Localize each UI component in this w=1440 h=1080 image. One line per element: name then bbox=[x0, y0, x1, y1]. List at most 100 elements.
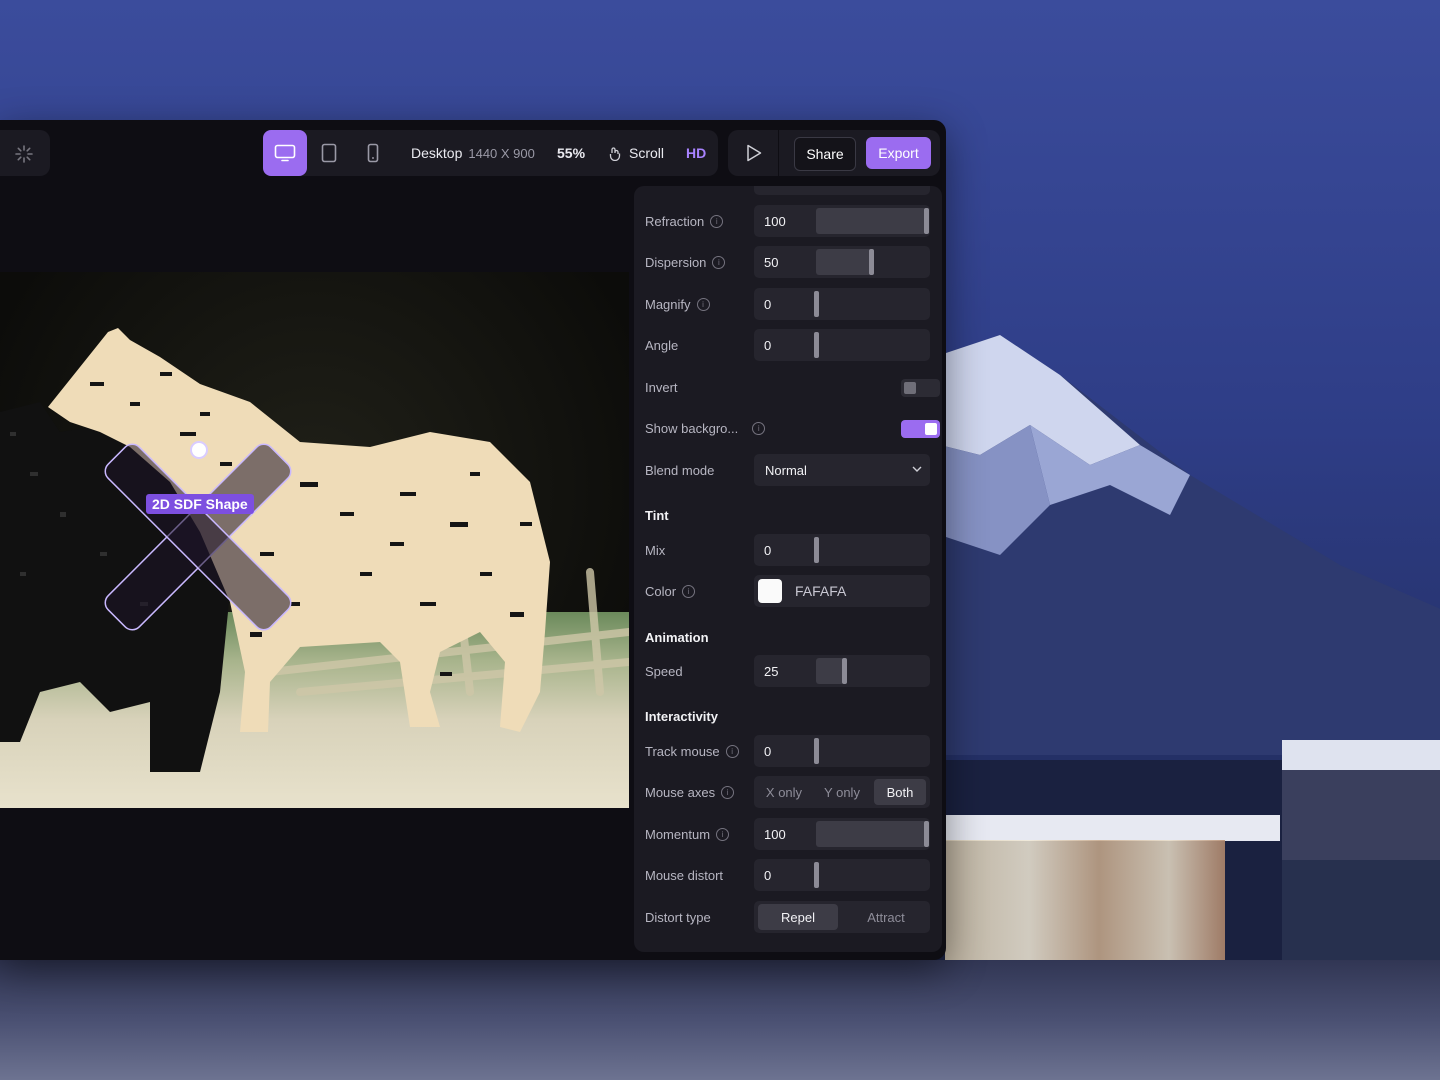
magnify-row: Magnify i 0 bbox=[645, 288, 931, 320]
invert-row: Invert bbox=[645, 371, 940, 403]
mouse-axes-both[interactable]: Both bbox=[874, 779, 926, 805]
slider-thumb[interactable] bbox=[924, 208, 929, 234]
export-button[interactable]: Export bbox=[866, 137, 931, 169]
toolbar-divider bbox=[778, 130, 779, 176]
dispersion-value: 50 bbox=[764, 254, 779, 270]
info-icon[interactable]: i bbox=[716, 827, 730, 841]
magnify-slider[interactable]: 0 bbox=[754, 288, 930, 320]
rotate-handle[interactable] bbox=[190, 441, 208, 459]
animation-section-title: Animation bbox=[645, 630, 709, 645]
scroll-label: Scroll bbox=[629, 145, 665, 161]
store-roof bbox=[900, 815, 1280, 841]
momentum-row: Momentum i 100 bbox=[645, 818, 931, 850]
mobile-icon bbox=[367, 143, 379, 163]
info-icon[interactable]: i bbox=[682, 584, 696, 598]
shape-label[interactable]: 2D SDF Shape bbox=[146, 494, 254, 514]
distort-type-label: Distort type bbox=[645, 909, 711, 925]
mouse-distort-slider[interactable]: 0 bbox=[754, 859, 930, 891]
mix-slider[interactable]: 0 bbox=[754, 534, 930, 566]
properties-panel: Refraction i 100 Dispersion i 50 Magnify i … bbox=[634, 186, 942, 952]
refraction-slider[interactable]: 100 bbox=[754, 205, 930, 237]
house-roof bbox=[1282, 740, 1440, 770]
mountain-image bbox=[940, 335, 1440, 755]
hd-toggle[interactable]: HD bbox=[686, 130, 706, 176]
blend-mode-select[interactable]: Normal bbox=[754, 454, 930, 486]
mouse-distort-value: 0 bbox=[764, 867, 772, 883]
slider-thumb[interactable] bbox=[814, 291, 819, 317]
show-background-toggle[interactable] bbox=[901, 420, 940, 438]
slider-thumb[interactable] bbox=[924, 821, 929, 847]
info-icon[interactable]: i bbox=[725, 744, 739, 758]
device-label: Desktop bbox=[411, 145, 463, 161]
mix-row: Mix 0 bbox=[645, 534, 931, 566]
slider-thumb[interactable] bbox=[814, 862, 819, 888]
slider-thumb[interactable] bbox=[869, 249, 874, 275]
mobile-view-button[interactable] bbox=[351, 130, 395, 176]
dispersion-row: Dispersion i 50 bbox=[645, 246, 931, 278]
tablet-view-button[interactable] bbox=[307, 130, 351, 176]
slider-thumb[interactable] bbox=[814, 332, 819, 358]
mouse-axes-label: Mouse axes bbox=[645, 784, 716, 800]
scroll-icon bbox=[609, 146, 621, 161]
show-background-row: Show backgro... i bbox=[645, 412, 940, 444]
distort-type-row: Distort type Repel Attract bbox=[645, 901, 931, 933]
mouse-axes-y-only[interactable]: Y only bbox=[816, 779, 868, 805]
preview-button[interactable] bbox=[742, 141, 766, 165]
tint-section-title: Tint bbox=[645, 508, 669, 523]
info-icon[interactable]: i bbox=[710, 214, 724, 228]
show-background-label: Show backgro... bbox=[645, 420, 739, 436]
color-hex[interactable]: FAFAFA bbox=[795, 575, 846, 607]
momentum-slider[interactable]: 100 bbox=[754, 818, 930, 850]
share-button[interactable]: Share bbox=[794, 137, 856, 171]
sparkle-icon[interactable] bbox=[13, 143, 35, 165]
play-icon bbox=[747, 144, 762, 162]
slider-thumb[interactable] bbox=[841, 658, 847, 684]
toolbar: Desktop 1440 X 900 55% Scroll HD Share E… bbox=[0, 120, 946, 186]
device-size[interactable]: Desktop 1440 X 900 bbox=[411, 130, 535, 176]
speed-value: 25 bbox=[764, 663, 779, 679]
angle-value: 0 bbox=[764, 337, 772, 353]
info-icon[interactable]: i bbox=[721, 785, 735, 799]
track-mouse-value: 0 bbox=[764, 743, 772, 759]
angle-row: Angle 0 bbox=[645, 329, 931, 361]
momentum-label: Momentum bbox=[645, 826, 711, 842]
blend-mode-row: Blend mode Normal bbox=[645, 454, 931, 486]
slider-thumb[interactable] bbox=[814, 738, 819, 764]
left-tool-group bbox=[0, 130, 50, 176]
canvas-preview[interactable]: 2D SDF Shape bbox=[0, 272, 629, 808]
invert-toggle[interactable] bbox=[901, 379, 940, 397]
color-swatch[interactable] bbox=[758, 579, 782, 603]
dispersion-label: Dispersion bbox=[645, 254, 707, 270]
mouse-axes-x-only[interactable]: X only bbox=[758, 779, 810, 805]
angle-slider[interactable]: 0 bbox=[754, 329, 930, 361]
momentum-value: 100 bbox=[764, 826, 786, 842]
color-picker[interactable]: FAFAFA bbox=[754, 575, 930, 607]
color-label: Color bbox=[645, 583, 677, 599]
info-icon[interactable]: i bbox=[696, 297, 710, 311]
desktop-view-button[interactable] bbox=[263, 130, 307, 176]
refraction-value: 100 bbox=[764, 213, 786, 229]
track-mouse-slider[interactable]: 0 bbox=[754, 735, 930, 767]
zoom-level[interactable]: 55% bbox=[557, 130, 585, 176]
horse-artwork bbox=[0, 328, 629, 772]
blend-mode-value: Normal bbox=[765, 462, 807, 478]
snowy-bushes bbox=[1282, 860, 1440, 960]
scroll-toggle[interactable]: Scroll bbox=[609, 130, 664, 176]
mix-value: 0 bbox=[764, 542, 772, 558]
editor-window: Desktop 1440 X 900 55% Scroll HD Share E… bbox=[0, 120, 946, 960]
mouse-axes-segmented: X only Y only Both bbox=[754, 776, 930, 808]
info-icon[interactable]: i bbox=[752, 421, 766, 435]
speed-row: Speed 25 bbox=[645, 655, 931, 687]
distort-type-attract[interactable]: Attract bbox=[846, 904, 926, 930]
device-dimensions: 1440 X 900 bbox=[468, 145, 535, 161]
slider-thumb[interactable] bbox=[814, 537, 819, 563]
distort-type-repel[interactable]: Repel bbox=[758, 904, 838, 930]
tablet-icon bbox=[321, 143, 337, 163]
speed-label: Speed bbox=[645, 663, 683, 679]
mouse-distort-label: Mouse distort bbox=[645, 867, 724, 883]
dispersion-slider[interactable]: 50 bbox=[754, 246, 930, 278]
info-icon[interactable]: i bbox=[712, 255, 726, 269]
mix-label: Mix bbox=[645, 542, 666, 558]
blend-mode-label: Blend mode bbox=[645, 462, 715, 478]
speed-slider[interactable]: 25 bbox=[754, 655, 930, 687]
